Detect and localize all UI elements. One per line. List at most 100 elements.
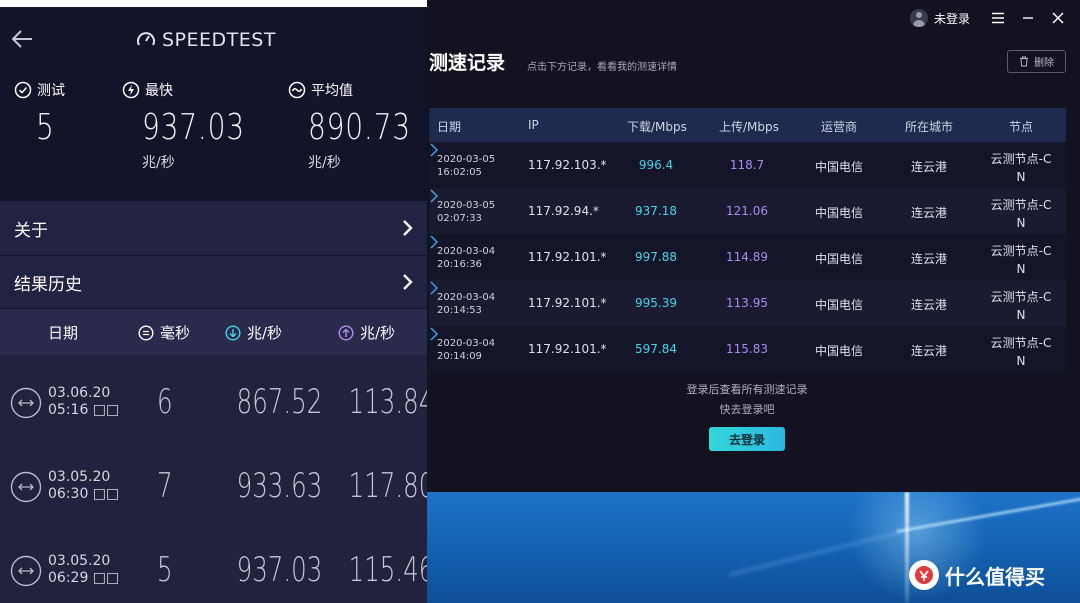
logo-text: SPEEDTEST <box>162 29 276 51</box>
close-icon[interactable] <box>1044 4 1072 32</box>
status-bar-strip <box>0 0 427 7</box>
stat-average: 平均值 890.73 兆/秒 <box>288 80 427 172</box>
row-date: 2020-03-04 <box>437 338 496 349</box>
speedtest-logo: SPEEDTEST <box>136 28 276 52</box>
history-row[interactable]: 03.06.20 05:16 □□ 6 867.52 113.84 <box>0 355 427 439</box>
row-time: 20:14:53 <box>437 305 482 316</box>
history-time: 05:16 □□ <box>48 402 120 418</box>
table-header: 日期 IP 下载/Mbps 上传/Mbps 运营商 所在城市 节点 <box>429 108 1066 142</box>
records-table: 日期 IP 下载/Mbps 上传/Mbps 运营商 所在城市 节点 2020-0… <box>429 108 1066 372</box>
row-node-line1: 云测节点-C <box>990 336 1052 350</box>
row-city: 连云港 <box>911 160 948 174</box>
row-isp: 中国电信 <box>815 298 864 312</box>
menu-history-label: 结果历史 <box>14 274 82 295</box>
stat-average-value: 890.73 <box>308 107 411 148</box>
row-node-line2: N <box>1016 216 1026 230</box>
row-node: 云测节点-C N <box>989 242 1053 278</box>
chevron-right-icon <box>403 274 413 290</box>
row-upload: 114.89 <box>726 250 768 264</box>
row-node-line1: 云测节点-C <box>990 244 1052 258</box>
trash-icon <box>1020 56 1028 67</box>
row-time: 20:14:09 <box>437 351 482 362</box>
table-body: 2020-03-05 16:02:05 117.92.103.* 996.4 11… <box>429 142 1066 372</box>
page-subtitle: 点击下方记录，看看我的测速详情 <box>527 62 677 73</box>
history-row[interactable]: 03.05.20 06:30 □□ 7 933.63 117.80 <box>0 439 427 523</box>
col-city: 所在城市 <box>905 120 954 134</box>
row-date: 2020-03-05 <box>437 154 496 165</box>
table-row[interactable]: 2020-03-05 02:07:33 117.92.94.* 937.18 12… <box>429 188 1066 234</box>
history-time: 06:29 □□ <box>48 570 120 586</box>
avatar <box>909 9 928 27</box>
row-time: 02:07:33 <box>437 213 482 224</box>
delete-button[interactable]: 删除 <box>1007 50 1066 73</box>
menu-about-label: 关于 <box>14 220 48 241</box>
row-node: 云测节点-C N <box>989 150 1053 186</box>
history-upload: 113.84 <box>348 382 427 422</box>
row-ip: 117.92.101.* <box>528 342 607 356</box>
table-row[interactable]: 2020-03-04 20:14:09 117.92.101.* 597.84 1… <box>429 326 1066 372</box>
menu-history[interactable]: 结果历史 <box>0 256 427 308</box>
login-note-1: 登录后查看所有测速记录 <box>686 383 808 396</box>
stat-fastest-unit: 兆/秒 <box>142 155 175 171</box>
row-upload: 113.95 <box>726 296 768 310</box>
row-city: 连云港 <box>911 206 948 220</box>
row-datetime: 2020-03-04 20:14:09 <box>437 337 495 363</box>
delete-label: 删除 <box>1034 58 1054 69</box>
col-node: 节点 <box>1009 120 1034 134</box>
history-col-ping: 毫秒 <box>160 324 191 342</box>
history-col-date: 日期 <box>48 324 79 342</box>
history-header: 日期 毫秒 兆/秒 兆/秒 <box>0 309 427 355</box>
mobile-speedtest-app: SPEEDTEST 测试 5 最快 937.03 兆/秒 平均值 890.73 … <box>0 0 427 603</box>
row-download: 597.84 <box>635 342 677 356</box>
history-col-upload: 兆/秒 <box>360 324 396 342</box>
history-datetime: 03.06.20 05:16 □□ <box>48 385 119 419</box>
desktop-wallpaper: 什么值得买 <box>427 492 1080 603</box>
row-datetime: 2020-03-04 20:14:53 <box>437 291 495 317</box>
row-node-line2: N <box>1016 308 1026 322</box>
row-ip: 117.92.101.* <box>528 250 607 264</box>
row-date: 2020-03-05 <box>437 200 496 211</box>
row-datetime: 2020-03-04 20:16:36 <box>437 245 495 271</box>
row-upload: 115.83 <box>726 342 768 356</box>
row-node: 云测节点-C N <box>989 288 1053 324</box>
stat-average-label: 平均值 <box>311 83 353 99</box>
row-node-line2: N <box>1016 170 1026 184</box>
table-row[interactable]: 2020-03-04 20:16:36 117.92.101.* 997.88 1… <box>429 234 1066 280</box>
stat-average-unit: 兆/秒 <box>308 155 341 171</box>
row-isp: 中国电信 <box>815 344 864 358</box>
row-download: 937.18 <box>635 204 677 218</box>
history-download: 933.63 <box>236 466 323 506</box>
minimize-icon[interactable] <box>1014 4 1042 32</box>
stat-tests-value: 5 <box>36 107 55 148</box>
login-note-2: 快去登录吧 <box>719 403 775 416</box>
row-upload: 118.7 <box>729 158 765 172</box>
col-isp: 运营商 <box>821 120 858 134</box>
row-city: 连云港 <box>911 298 948 312</box>
history-upload: 115.46 <box>348 550 427 590</box>
stat-fastest-label: 最快 <box>145 83 173 99</box>
row-download: 997.88 <box>635 250 677 264</box>
user-login-status[interactable]: 未登录 <box>909 9 970 27</box>
history-datetime: 03.05.20 06:30 □□ <box>48 469 119 503</box>
lightning-circle-icon <box>122 81 140 99</box>
wave-circle-icon <box>288 81 306 99</box>
row-node-line2: N <box>1016 354 1026 368</box>
history-time: 06:30 □□ <box>48 486 120 502</box>
watermark-logo-icon <box>909 560 939 590</box>
menu-icon[interactable] <box>984 4 1012 32</box>
table-row[interactable]: 2020-03-04 20:14:53 117.92.101.* 995.39 1… <box>429 280 1066 326</box>
history-row[interactable]: 03.05.20 06:29 □□ 5 937.03 115.46 <box>0 523 427 603</box>
back-arrow-icon[interactable] <box>10 26 36 52</box>
table-row[interactable]: 2020-03-05 16:02:05 117.92.103.* 996.4 11… <box>429 142 1066 188</box>
row-download: 996.4 <box>638 158 674 172</box>
user-label: 未登录 <box>933 11 970 26</box>
row-node-line2: N <box>1016 262 1026 276</box>
history-date: 03.05.20 <box>48 469 111 485</box>
window-title-bar: 未登录 <box>909 0 1080 36</box>
history-col-download: 兆/秒 <box>247 324 283 342</box>
row-upload: 121.06 <box>726 204 768 218</box>
login-button[interactable]: 去登录 <box>709 427 785 451</box>
menu-about[interactable]: 关于 <box>0 201 427 255</box>
row-node: 云测节点-C N <box>989 334 1053 370</box>
history-ping: 6 <box>157 382 173 422</box>
